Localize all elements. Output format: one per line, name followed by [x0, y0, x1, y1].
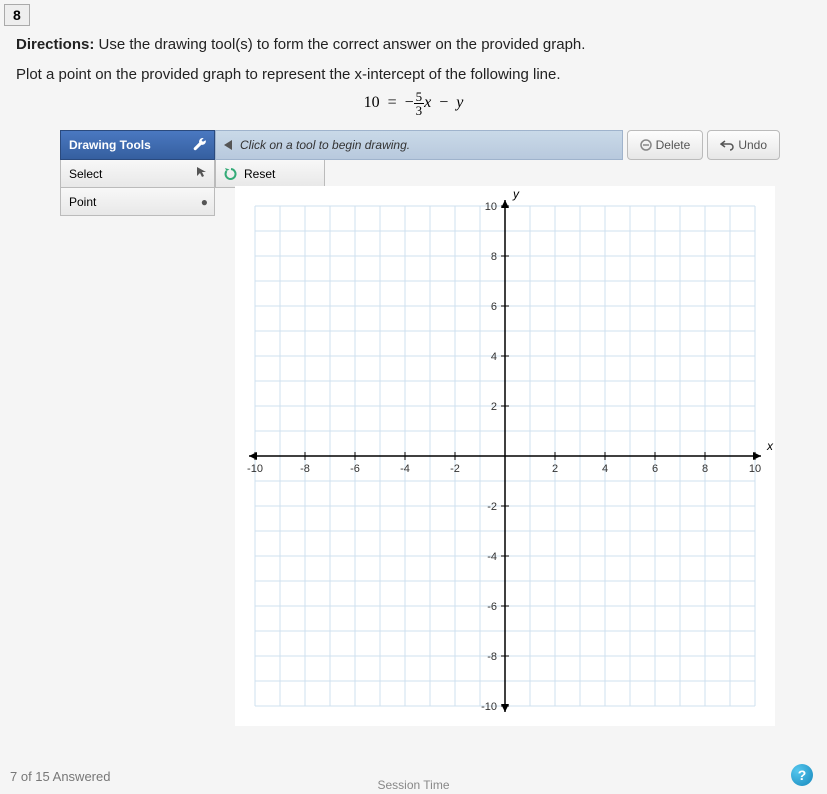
- sub-directions: Plot a point on the provided graph to re…: [16, 66, 561, 83]
- svg-text:2: 2: [552, 463, 558, 475]
- eq-frac-bot: 3: [414, 104, 425, 117]
- svg-text:-10: -10: [481, 701, 497, 713]
- drawing-tools-header: Drawing Tools: [60, 130, 215, 160]
- eq-frac-top: 5: [414, 90, 425, 104]
- tools-list: Select Point ●: [60, 160, 215, 216]
- coordinate-grid: -10 -8 -6 -4 -2 2 4 6 8 10 -10 -8 -6 -4 -2 2 4 6 8 10 x y: [235, 186, 775, 726]
- pointer-left-icon: [224, 140, 234, 150]
- eq-fraction: 53: [414, 90, 425, 117]
- svg-text:10: 10: [485, 201, 497, 213]
- svg-text:10: 10: [749, 463, 761, 475]
- eq-x: x: [424, 94, 431, 111]
- drawing-tools-label: Drawing Tools: [69, 138, 151, 152]
- directions-text: Use the drawing tool(s) to form the corr…: [94, 36, 585, 53]
- tool-select[interactable]: Select: [60, 160, 215, 188]
- point-icon: ●: [201, 195, 208, 209]
- svg-text:-8: -8: [300, 463, 310, 475]
- hint-bar: Click on a tool to begin drawing.: [215, 130, 623, 160]
- toolbar: Drawing Tools Click on a tool to begin d…: [60, 130, 780, 160]
- svg-text:-6: -6: [487, 601, 497, 613]
- graph-canvas[interactable]: -10 -8 -6 -4 -2 2 4 6 8 10 -10 -8 -6 -4 -2 2 4 6 8 10 x y: [235, 186, 775, 726]
- svg-text:x: x: [766, 439, 774, 453]
- hint-text: Click on a tool to begin drawing.: [240, 138, 410, 152]
- help-button[interactable]: ?: [791, 764, 813, 786]
- cursor-icon: [196, 166, 208, 181]
- svg-text:-4: -4: [400, 463, 410, 475]
- progress-footer: 7 of 15 Answered: [10, 769, 110, 784]
- tool-point[interactable]: Point ●: [60, 188, 215, 216]
- drawing-panel: Drawing Tools Click on a tool to begin d…: [60, 130, 780, 216]
- eq-neg: −: [405, 94, 414, 111]
- svg-text:-10: -10: [247, 463, 263, 475]
- eq-y: y: [456, 94, 463, 111]
- directions-line: Directions: Use the drawing tool(s) to f…: [16, 36, 585, 53]
- tool-select-label: Select: [69, 167, 102, 181]
- delete-icon: [640, 139, 652, 151]
- reset-label: Reset: [244, 167, 275, 181]
- svg-text:y: y: [512, 187, 520, 201]
- delete-label: Delete: [656, 138, 691, 152]
- svg-text:8: 8: [491, 251, 497, 263]
- svg-text:4: 4: [491, 351, 497, 363]
- svg-text:8: 8: [702, 463, 708, 475]
- svg-text:-4: -4: [487, 551, 497, 563]
- wrench-icon: [192, 137, 208, 153]
- eq-lhs: 10: [364, 94, 380, 111]
- svg-text:6: 6: [652, 463, 658, 475]
- undo-button[interactable]: Undo: [707, 130, 780, 160]
- svg-text:4: 4: [602, 463, 608, 475]
- tool-point-label: Point: [69, 195, 96, 209]
- svg-text:-2: -2: [450, 463, 460, 475]
- svg-text:6: 6: [491, 301, 497, 313]
- eq-equals: =: [388, 94, 397, 111]
- session-timer-label: Session Time: [377, 778, 449, 792]
- delete-button[interactable]: Delete: [627, 130, 704, 160]
- svg-text:-8: -8: [487, 651, 497, 663]
- reset-icon: [224, 167, 238, 181]
- reset-button[interactable]: Reset: [215, 160, 325, 188]
- svg-text:-6: -6: [350, 463, 360, 475]
- equation: 10 = −53x − y: [0, 90, 827, 117]
- question-number-badge: 8: [4, 4, 30, 26]
- svg-text:-2: -2: [487, 501, 497, 513]
- undo-label: Undo: [738, 138, 767, 152]
- svg-text:2: 2: [491, 401, 497, 413]
- undo-icon: [720, 139, 734, 151]
- eq-minus: −: [439, 94, 448, 111]
- directions-label: Directions:: [16, 36, 94, 53]
